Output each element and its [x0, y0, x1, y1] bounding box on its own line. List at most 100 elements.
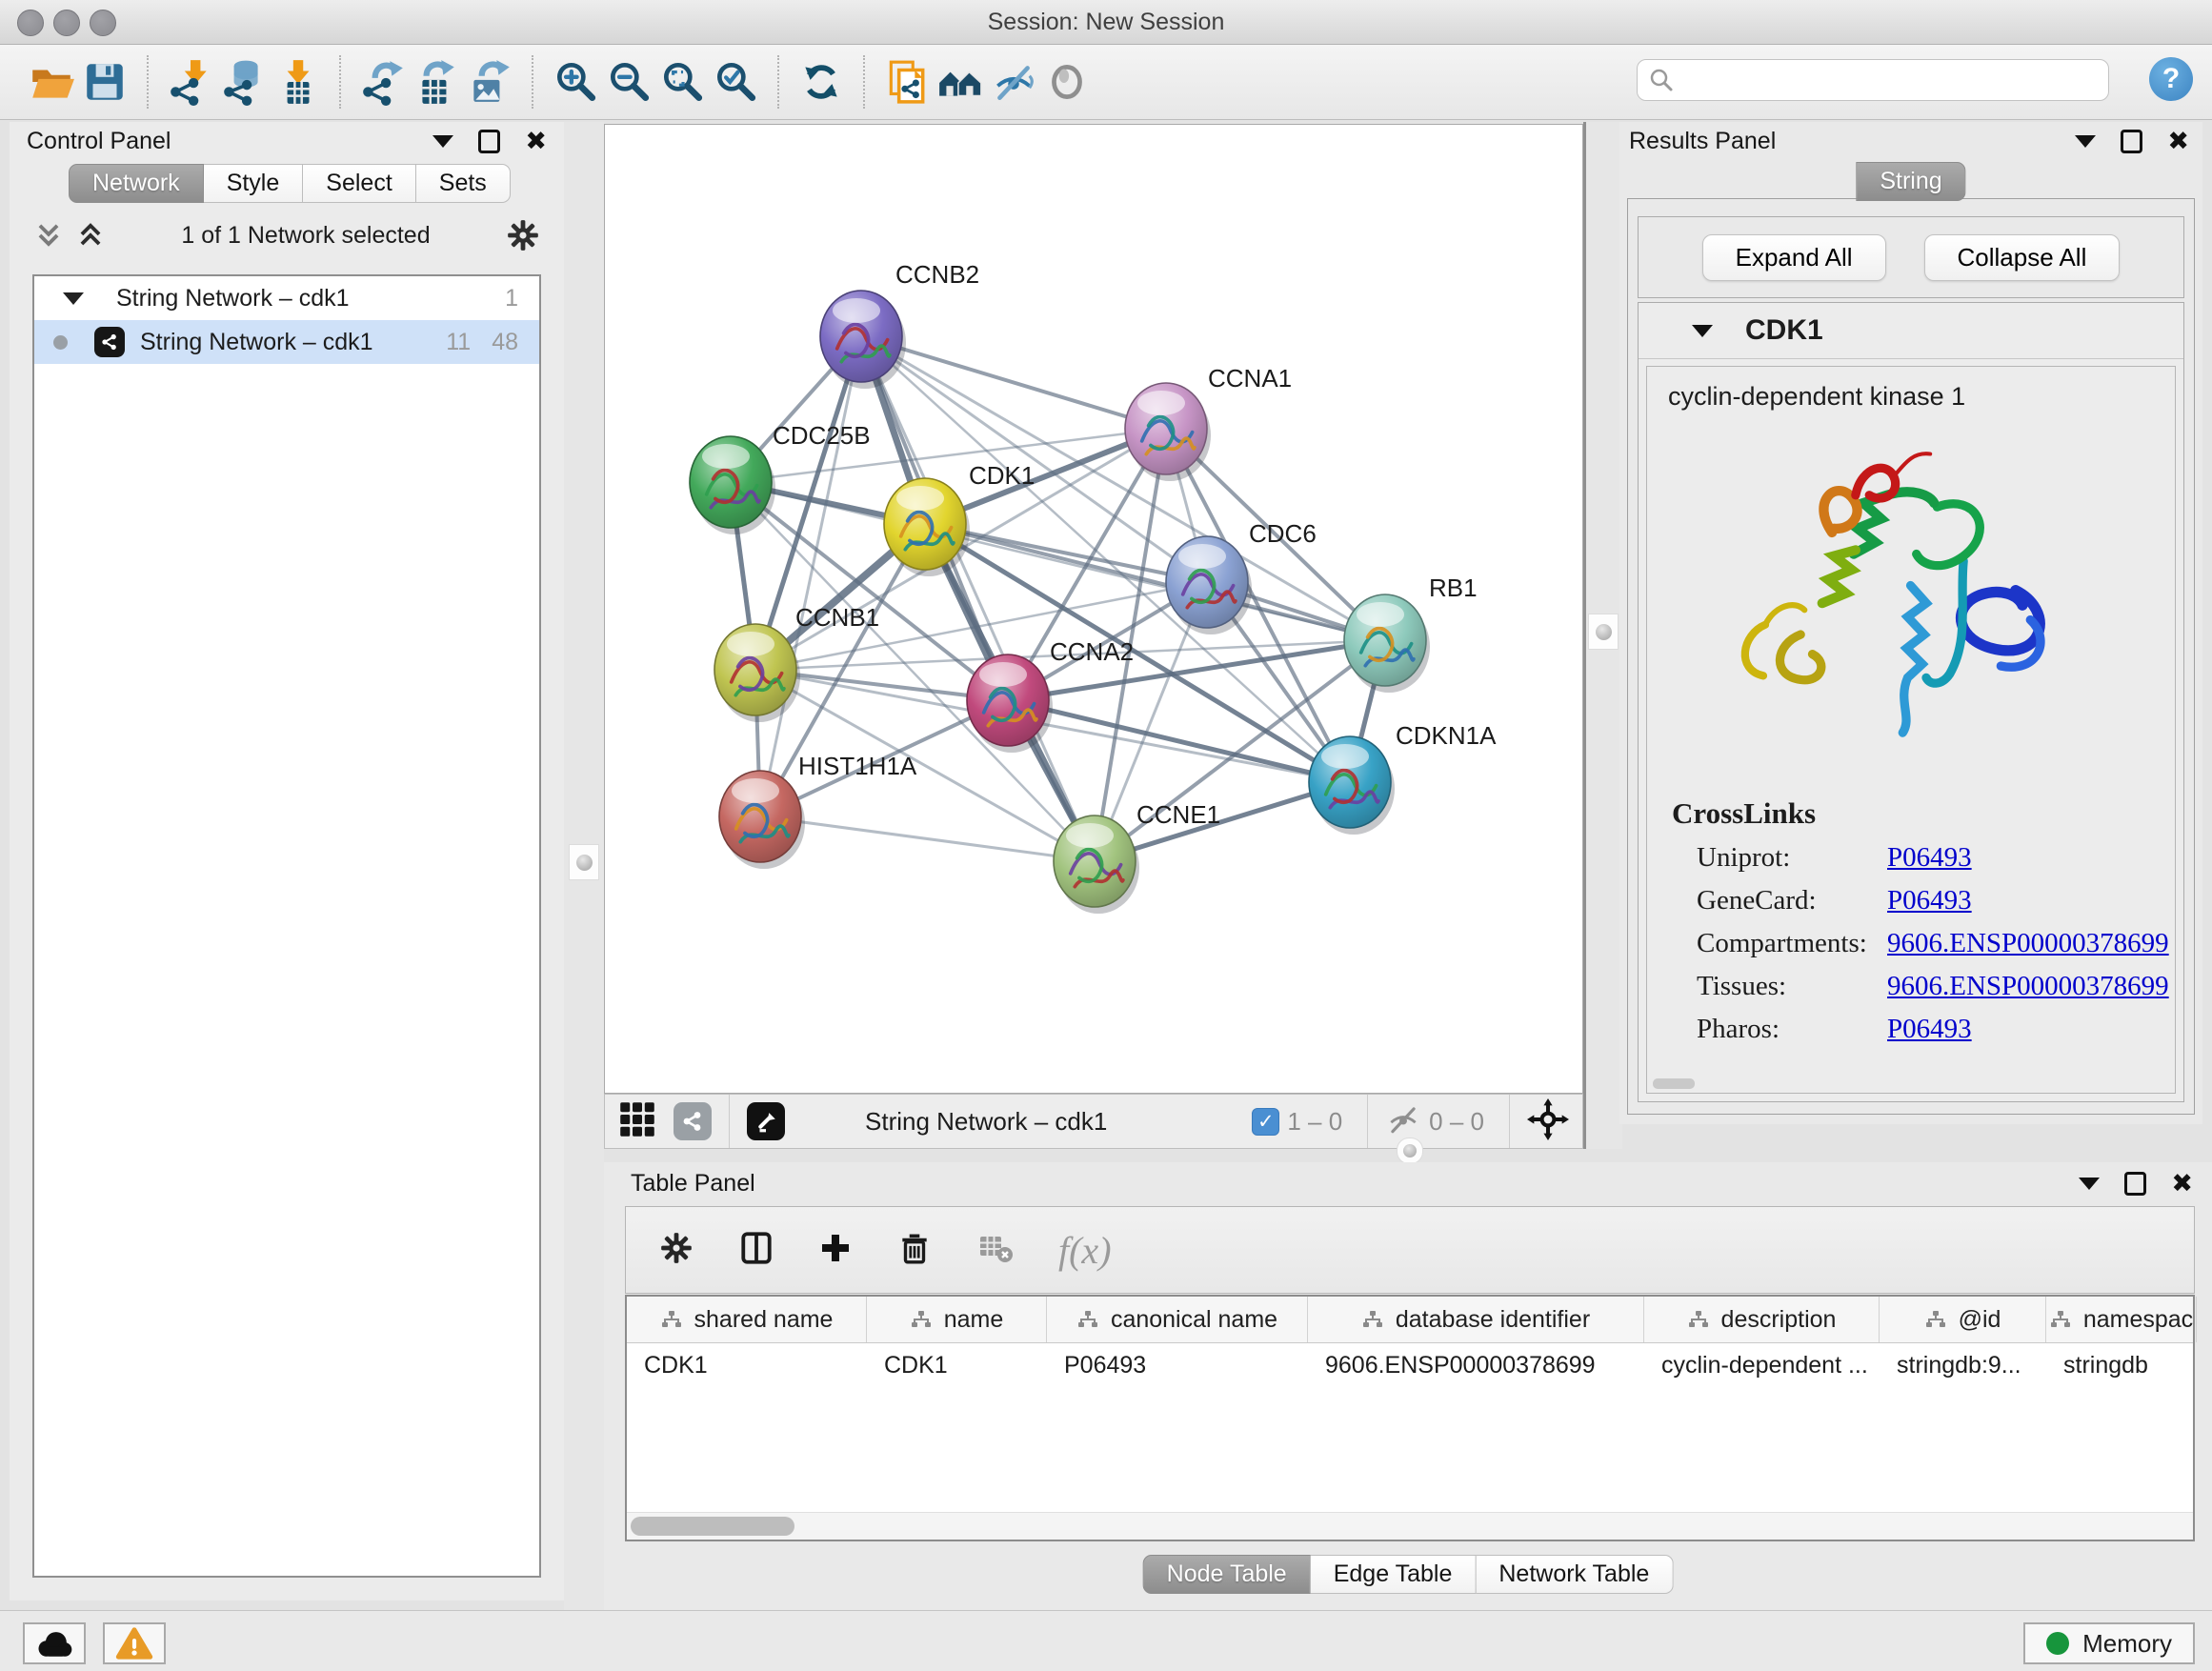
table-cell[interactable]: cyclin-dependent ... [1644, 1352, 1880, 1379]
delete-table-icon[interactable] [976, 1229, 1015, 1272]
column-header-description[interactable]: description [1644, 1297, 1880, 1342]
section-collapse-icon[interactable] [1692, 325, 1713, 337]
zoom-fit-icon[interactable] [655, 54, 709, 110]
network-node-CCNA1[interactable]: CCNA1 [1125, 364, 1292, 481]
expand-all-chevron-icon[interactable] [74, 219, 107, 252]
search-field[interactable] [1637, 59, 2109, 101]
open-session-icon[interactable] [25, 54, 78, 110]
refresh-icon[interactable] [794, 54, 848, 110]
import-table-icon[interactable] [271, 54, 324, 110]
tab-edge-table[interactable]: Edge Table [1311, 1555, 1477, 1594]
collapse-all-button[interactable]: Collapse All [1924, 234, 2121, 281]
zoom-out-icon[interactable] [602, 54, 655, 110]
right-splitter-handle[interactable] [1588, 614, 1619, 650]
results-tab-string[interactable]: String [1856, 162, 1965, 201]
expand-all-button[interactable]: Expand All [1702, 234, 1886, 281]
save-session-icon[interactable] [78, 54, 131, 110]
tab-style[interactable]: Style [204, 164, 304, 203]
table-cell[interactable]: stringdb [2046, 1352, 2197, 1379]
birds-eye-view-icon[interactable] [618, 1100, 656, 1143]
network-row[interactable]: String Network – cdk1 11 48 [34, 320, 539, 364]
import-network-from-database-icon[interactable] [217, 54, 271, 110]
zoom-in-icon[interactable] [549, 54, 602, 110]
float-panel-icon[interactable] [432, 135, 453, 148]
tab-node-table[interactable]: Node Table [1143, 1555, 1311, 1594]
tab-sets[interactable]: Sets [416, 164, 511, 203]
close-panel-icon[interactable]: ✖ [2167, 131, 2189, 151]
cloud-status-button[interactable] [23, 1622, 86, 1664]
close-panel-icon[interactable]: ✖ [2171, 1174, 2193, 1193]
column-header-database-identifier[interactable]: database identifier [1308, 1297, 1644, 1342]
collapse-all-chevron-icon[interactable] [32, 219, 65, 252]
show-columns-icon[interactable] [738, 1230, 774, 1271]
network-node-CCNB1[interactable]: CCNB1 [714, 603, 879, 722]
close-panel-icon[interactable]: ✖ [525, 131, 547, 151]
table-row[interactable]: CDK1CDK1P064939606.ENSP00000378699cyclin… [627, 1343, 2193, 1388]
scrollbar-thumb[interactable] [631, 1517, 794, 1536]
crosslink-link[interactable]: P06493 [1887, 1014, 2175, 1045]
zoom-selected-icon[interactable] [709, 54, 762, 110]
search-input[interactable] [1681, 66, 2108, 94]
column-header--id[interactable]: @id [1880, 1297, 2046, 1342]
crosslink-link[interactable]: 9606.ENSP00000378699 [1887, 928, 2175, 959]
float-panel-icon[interactable] [2079, 1178, 2100, 1190]
left-splitter[interactable] [564, 122, 604, 1610]
memory-status-dot [2046, 1632, 2069, 1655]
section-header[interactable]: CDK1 [1639, 303, 2183, 359]
collection-expand-icon[interactable] [63, 292, 84, 305]
horizontal-splitter-handle[interactable] [1397, 1137, 1423, 1164]
import-network-icon[interactable] [164, 54, 217, 110]
column-header-canonical-name[interactable]: canonical name [1047, 1297, 1308, 1342]
hide-panels-eye-icon[interactable] [987, 54, 1040, 110]
home-icon[interactable] [934, 54, 987, 110]
network-node-CCNB2[interactable]: CCNB2 [820, 260, 979, 389]
memory-button[interactable]: Memory [2023, 1622, 2195, 1664]
tab-network-table[interactable]: Network Table [1476, 1555, 1673, 1594]
tab-select[interactable]: Select [303, 164, 415, 203]
network-share-icon[interactable] [674, 1102, 712, 1140]
table-cell[interactable]: stringdb:9... [1880, 1352, 2046, 1379]
fit-content-crosshair-icon[interactable] [1527, 1098, 1569, 1145]
add-column-icon[interactable] [818, 1231, 853, 1270]
undock-panel-icon[interactable] [2124, 1172, 2146, 1196]
crosslink-link[interactable]: P06493 [1887, 842, 2175, 874]
horizontal-splitter[interactable] [604, 1149, 2212, 1162]
table-cell[interactable]: CDK1 [867, 1352, 1047, 1379]
undock-panel-icon[interactable] [478, 130, 500, 153]
warnings-button[interactable] [103, 1622, 166, 1664]
undock-panel-icon[interactable] [2121, 130, 2142, 153]
network-node-RB1[interactable]: RB1 [1344, 574, 1478, 693]
table-cell[interactable]: 9606.ENSP00000378699 [1308, 1352, 1644, 1379]
export-image-icon[interactable] [463, 54, 516, 110]
results-scrollbar-thumb[interactable] [1653, 1078, 1695, 1089]
network-node-CDKN1A[interactable]: CDKN1A [1309, 721, 1497, 835]
tab-network[interactable]: Network [69, 164, 204, 203]
export-table-icon[interactable] [410, 54, 463, 110]
help-button[interactable]: ? [2149, 57, 2193, 101]
export-network-icon[interactable] [356, 54, 410, 110]
node-table[interactable]: shared namenamecanonical namedatabase id… [625, 1295, 2195, 1541]
table-options-gear-icon[interactable] [658, 1230, 694, 1271]
table-horizontal-scrollbar[interactable] [627, 1512, 2193, 1540]
delete-column-trash-icon[interactable] [896, 1230, 933, 1271]
network-node-CCNE1[interactable]: CCNE1 [1054, 800, 1220, 914]
column-header-namespac[interactable]: namespac [2046, 1297, 2197, 1342]
share-document-icon[interactable] [880, 54, 934, 110]
selected-items-checkbox-icon[interactable]: ✓ [1252, 1108, 1279, 1136]
network-node-CDC25B[interactable]: CDC25B [690, 421, 871, 534]
table-cell[interactable]: P06493 [1047, 1352, 1308, 1379]
column-header-shared-name[interactable]: shared name [627, 1297, 867, 1342]
eye-icon[interactable] [1040, 54, 1094, 110]
network-options-gear-icon[interactable] [505, 217, 541, 253]
table-cell[interactable]: CDK1 [627, 1352, 867, 1379]
hidden-items-eye-icon[interactable] [1385, 1101, 1421, 1142]
crosslink-link[interactable]: P06493 [1887, 885, 2175, 916]
network-canvas[interactable]: CCNB2CCNA1CDC25BCDK1CDC6RB1CCNB1CCNA2CDK… [604, 124, 1583, 1094]
network-collection-row[interactable]: String Network – cdk1 1 [34, 276, 539, 320]
column-header-name[interactable]: name [867, 1297, 1047, 1342]
float-panel-icon[interactable] [2075, 135, 2096, 148]
crosslink-link[interactable]: 9606.ENSP00000378699 [1887, 971, 2175, 1002]
network-node-HIST1H1A[interactable]: HIST1H1A [719, 752, 917, 869]
left-splitter-handle[interactable] [569, 844, 599, 880]
open-in-browser-icon[interactable] [747, 1102, 785, 1140]
